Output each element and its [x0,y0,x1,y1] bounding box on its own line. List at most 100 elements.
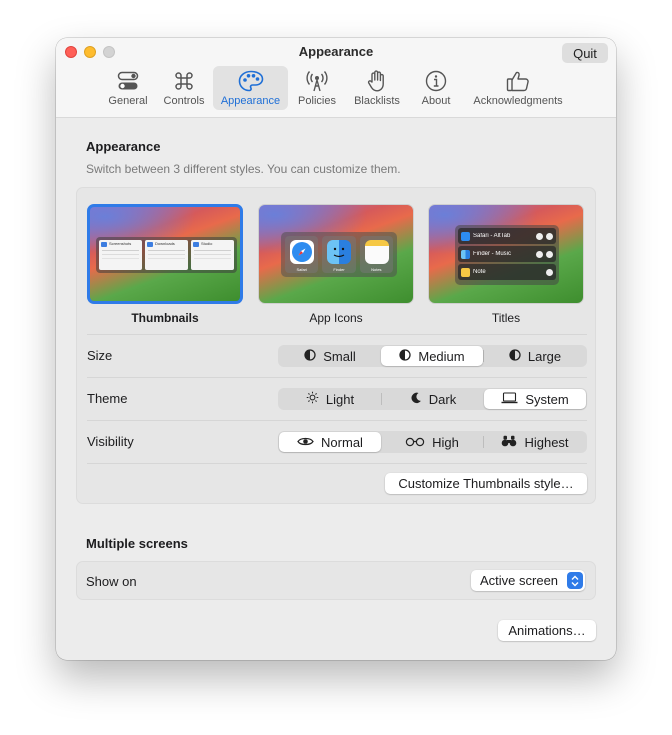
preview-title-row: Safari - AltTab [458,228,556,244]
tab-controls[interactable]: Controls [158,66,210,110]
palette-icon [238,69,264,93]
size-option-large[interactable]: Large [484,346,586,366]
thumbnails-preview: Screenshots Downloads Studio [87,204,243,304]
preview-window-title: Screenshots [109,241,132,246]
app-icons-preview: Safari Finder Notes [258,204,414,304]
visibility-option-normal[interactable]: Normal [279,432,381,452]
laptop-icon [501,391,518,407]
large-size-icon [509,348,521,364]
finder-icon [461,249,470,259]
size-option-label: Small [323,348,356,364]
notes-icon [364,240,389,264]
antenna-icon [305,69,329,93]
preview-title-text: Safari - AltTab [473,233,511,239]
visibility-option-label: Highest [524,434,569,450]
tab-general-label: General [108,95,148,107]
style-option-label: Thumbnails [131,311,199,325]
sun-icon [306,391,319,407]
notes-icon [461,267,470,277]
style-option-thumbnails[interactable]: Screenshots Downloads Studio Thumbnails [87,204,243,325]
close-icon [546,232,553,240]
style-option-label: Titles [491,311,521,325]
titles-preview: Safari - AltTab Finder - Music Note [428,204,584,304]
size-option-label: Large [527,348,562,364]
preview-window-title: Studio [201,241,213,246]
medium-size-icon [399,348,412,364]
show-on-label: Show on [86,574,137,589]
theme-option-label: Light [325,391,355,407]
thumbnails-preview-strip: Screenshots Downloads Studio [96,237,237,273]
show-on-popup[interactable]: Active screen [471,570,585,591]
tab-policies[interactable]: Policies [293,66,341,110]
tab-general[interactable]: General [103,66,153,110]
style-option-titles[interactable]: Safari - AltTab Finder - Music Note Titl… [428,204,584,325]
app-icons-preview-strip: Safari Finder Notes [281,232,397,277]
info-icon [425,69,447,93]
preview-title-text: Finder - Music [473,251,512,257]
preview-title-row: Note [458,264,556,280]
show-on-value: Active screen [480,573,559,588]
animations-button[interactable]: Animations… [498,620,596,641]
visibility-label: Visibility [87,434,134,449]
tab-blacklists[interactable]: Blacklists [348,66,406,110]
multiple-screens-section-title: Multiple screens [86,536,188,551]
appearance-section-title: Appearance [86,139,161,154]
preview-app-name: Notes [371,267,382,272]
tab-about-label: About [421,95,451,107]
preview-window-thumbnail: Screenshots [99,240,142,270]
titles-preview-list: Safari - AltTab Finder - Music Note [455,225,559,285]
eyeglasses-icon [405,435,425,450]
toggle-icon [117,69,139,93]
theme-label: Theme [87,391,128,406]
binoculars-icon [501,435,517,450]
tab-appearance-label: Appearance [220,95,281,107]
preview-app-tile: Safari [285,236,319,273]
theme-option-system[interactable]: System [484,389,586,409]
tab-policies-label: Policies [298,95,336,107]
toolbar: Appearance Quit General Controls Appeara… [56,38,616,118]
preview-app-tile: Notes [359,236,393,273]
quit-button[interactable]: Quit [562,43,608,63]
visibility-option-high[interactable]: High [381,432,483,452]
size-label: Size [87,348,113,363]
size-option-medium[interactable]: Medium [381,346,483,366]
tab-about[interactable]: About [414,66,458,110]
tab-acknowledgments[interactable]: Acknowledgments [466,66,570,110]
size-segmented-control: Small Medium Large [278,345,587,367]
window-title: Appearance [298,44,374,59]
preferences-window: Appearance Quit General Controls Appeara… [56,38,616,660]
appearance-panel: Screenshots Downloads Studio Thumbnails [76,187,596,504]
preview-window-title: Downloads [155,241,175,246]
size-option-small[interactable]: Small [279,346,381,366]
visibility-row: Visibility Normal High Highest [77,420,597,463]
tab-blacklists-label: Blacklists [354,95,400,107]
divider [87,463,587,464]
theme-option-light[interactable]: Light [279,389,381,409]
preview-app-name: Finder [333,267,345,272]
multiple-screens-panel: Show on Active screen [76,561,596,600]
theme-option-dark[interactable]: Dark [382,389,484,409]
visibility-option-label: High [432,434,459,450]
visibility-option-label: Normal [321,434,363,450]
theme-segmented-control: Light Dark System [278,388,587,410]
theme-row: Theme Light Dark System [77,377,597,420]
style-option-app-icons[interactable]: Safari Finder Notes App Icons [258,204,414,325]
small-size-icon [304,348,316,364]
theme-option-label: Dark [428,391,457,407]
visibility-segmented-control: Normal High Highest [278,431,587,453]
tab-controls-label: Controls [163,95,205,107]
preview-title-text: Note [473,269,486,275]
close-icon [546,250,553,258]
preview-app-name: Safari [296,267,307,272]
content-area: Appearance Switch between 3 different st… [56,118,616,660]
tab-appearance[interactable]: Appearance [213,66,288,110]
customize-style-button[interactable]: Customize Thumbnails style… [385,473,587,494]
preview-title-row: Finder - Music [458,246,556,262]
visibility-option-highest[interactable]: Highest [484,432,586,452]
close-icon [546,268,553,276]
safari-icon [290,240,314,264]
tab-acknowledgments-label: Acknowledgments [473,95,563,107]
theme-option-label: System [525,391,569,407]
appearance-section-subtitle: Switch between 3 different styles. You c… [86,162,401,176]
preview-window-thumbnail: Downloads [145,240,188,270]
